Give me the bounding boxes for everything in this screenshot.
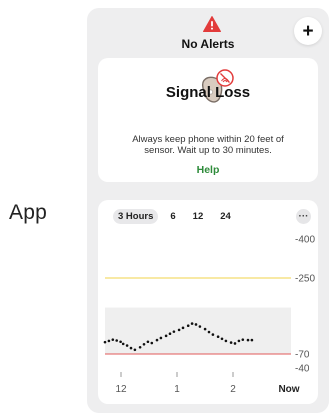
- glucose-chart: -400-250-70-4012 1 2 Now: [103, 235, 315, 395]
- glucose-point: [164, 334, 168, 338]
- glucose-point: [229, 341, 233, 344]
- glucose-point: [133, 348, 137, 352]
- y-tick-label: -400: [295, 235, 315, 246]
- glucose-point: [107, 339, 111, 343]
- glucose-point: [250, 338, 254, 342]
- glucose-point: [198, 325, 202, 328]
- glucose-point: [125, 344, 129, 347]
- glucose-point: [111, 338, 115, 341]
- glucose-point: [103, 340, 107, 344]
- x-tick-label: 1: [174, 384, 180, 395]
- glucose-point: [190, 322, 194, 325]
- glucose-point: [203, 327, 207, 331]
- glucose-point: [155, 338, 159, 342]
- glucose-point: [207, 330, 211, 334]
- glucose-point: [138, 345, 142, 349]
- glucose-point: [177, 328, 181, 332]
- glucose-point: [142, 342, 146, 346]
- glucose-point: [181, 326, 185, 330]
- glucose-point: [115, 339, 118, 342]
- glucose-point: [216, 335, 220, 338]
- glucose-point: [220, 337, 224, 341]
- glucose-point: [237, 339, 241, 343]
- glucose-point: [119, 340, 122, 344]
- glucose-point: [233, 342, 237, 345]
- glucose-point: [146, 340, 150, 344]
- glucose-point: [150, 341, 154, 345]
- y-tick-label: -40: [295, 364, 310, 375]
- glucose-point: [129, 346, 133, 350]
- glucose-point: [186, 324, 190, 328]
- glucose-point: [121, 342, 125, 346]
- y-tick-label: -250: [295, 274, 315, 285]
- glucose-point: [159, 336, 163, 340]
- x-tick-label: 12: [115, 384, 127, 395]
- glucose-point: [172, 330, 176, 333]
- glucose-point: [224, 339, 228, 343]
- glucose-point: [211, 333, 215, 336]
- glucose-point: [194, 323, 198, 326]
- x-tick-label: 2: [230, 384, 236, 395]
- target-range-band: [105, 307, 291, 354]
- glucose-point: [168, 332, 172, 336]
- x-tick-label: Now: [278, 384, 299, 395]
- glucose-point: [246, 338, 250, 342]
- y-tick-label: -70: [295, 350, 310, 361]
- glucose-point: [241, 338, 245, 341]
